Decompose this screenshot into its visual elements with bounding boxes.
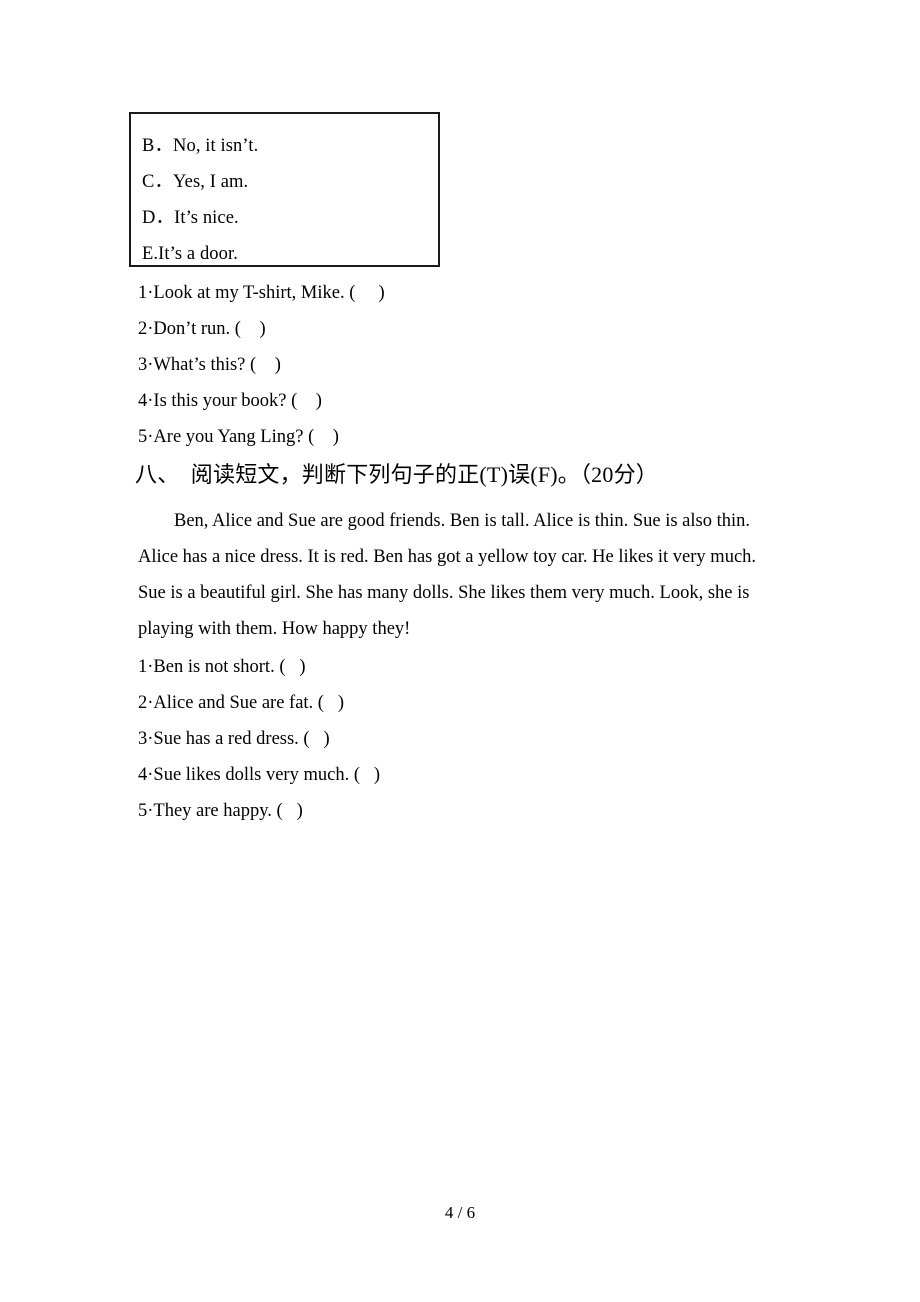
option-letter: D． (142, 208, 175, 228)
matching-item: 3·What’s this? ( ) (138, 347, 281, 383)
item-number: 4 (138, 391, 148, 411)
item-close-paren: ) (373, 765, 381, 785)
answer-blank[interactable] (297, 391, 316, 411)
answer-blank[interactable] (314, 427, 333, 447)
item-text: Alice and Sue are fat. ( (153, 693, 324, 713)
item-text: Ben is not short. ( (153, 657, 286, 677)
item-text: Sue has a red dress. ( (153, 729, 310, 749)
option-letter: B． (142, 136, 174, 156)
item-text: Look at my T-shirt, Mike. ( (153, 283, 356, 303)
item-close-paren: ) (332, 427, 339, 447)
passage-line: Alice has a nice dress. It is red. Ben h… (138, 547, 757, 567)
item-number: 2 (138, 693, 148, 713)
answer-blank[interactable] (355, 283, 378, 303)
option-item: B．No, it isn’t. (142, 128, 438, 164)
answer-blank[interactable] (286, 657, 300, 677)
item-close-paren: ) (296, 801, 303, 821)
section-eight-heading: 八、 阅读短文，判断下列句子的正(T)误(F)。（20分） (135, 462, 658, 487)
answer-blank[interactable] (256, 355, 275, 375)
item-close-paren: ) (323, 729, 330, 749)
item-text: They are happy. ( (153, 801, 283, 821)
item-close-paren: ) (315, 391, 322, 411)
matching-item: 1·Look at my T-shirt, Mike. ( ) (138, 275, 385, 311)
answer-blank[interactable] (360, 765, 374, 785)
true-false-item: 1·Ben is not short. ( ) (138, 649, 306, 685)
true-false-item: 2·Alice and Sue are fat. ( ) (138, 685, 344, 721)
answer-blank[interactable] (283, 801, 297, 821)
item-number: 5 (138, 427, 148, 447)
page-number-footer: 4 / 6 (444, 1203, 476, 1222)
option-text: It’s a door. (158, 244, 238, 264)
matching-item: 4·Is this your book? ( ) (138, 383, 322, 419)
passage-line: Ben, Alice and Sue are good friends. Ben… (174, 511, 750, 531)
item-number: 3 (138, 729, 148, 749)
item-number: 2 (138, 319, 148, 339)
item-close-paren: ) (299, 657, 306, 677)
item-text: Is this your book? ( (153, 391, 298, 411)
item-text: Sue likes dolls very much. ( (153, 765, 360, 785)
option-text: Yes, I am. (173, 172, 249, 192)
item-number: 4 (138, 765, 148, 785)
true-false-item: 3·Sue has a red dress. ( ) (138, 721, 330, 757)
item-close-paren: ) (378, 283, 385, 303)
item-number: 1 (138, 283, 148, 303)
item-text: Don’t run. ( (153, 319, 241, 339)
matching-item: 5·Are you Yang Ling? ( ) (138, 419, 339, 455)
item-close-paren: ) (259, 319, 266, 339)
answer-blank[interactable] (241, 319, 260, 339)
option-item: E.It’s a door. (142, 236, 438, 272)
item-text: What’s this? ( (153, 355, 257, 375)
answer-blank[interactable] (324, 693, 338, 713)
item-close-paren: ) (337, 693, 344, 713)
option-text: No, it isn’t. (173, 136, 259, 156)
reading-passage: Ben, Alice and Sue are good friends. Ben… (138, 503, 770, 647)
item-text: Are you Yang Ling? ( (153, 427, 315, 447)
item-number: 5 (138, 801, 148, 821)
answer-blank[interactable] (310, 729, 324, 749)
passage-line: Sue is a beautiful girl. She has many do… (138, 583, 750, 603)
item-close-paren: ) (274, 355, 281, 375)
exam-page: B．No, it isn’t. C．Yes, I am. D．It’s nice… (0, 0, 920, 1302)
answer-options-box: B．No, it isn’t. C．Yes, I am. D．It’s nice… (129, 112, 440, 267)
option-letter: C． (142, 172, 174, 192)
true-false-item: 4·Sue likes dolls very much. ( ) (138, 757, 380, 793)
option-item: D．It’s nice. (142, 200, 438, 236)
option-item: C．Yes, I am. (142, 164, 438, 200)
true-false-item: 5·They are happy. ( ) (138, 793, 303, 829)
option-letter: E. (142, 244, 159, 264)
matching-item: 2·Don’t run. ( ) (138, 311, 266, 347)
item-number: 1 (138, 657, 148, 677)
passage-line: playing with them. How happy they! (138, 619, 411, 639)
item-number: 3 (138, 355, 148, 375)
option-text: It’s nice. (174, 208, 239, 228)
